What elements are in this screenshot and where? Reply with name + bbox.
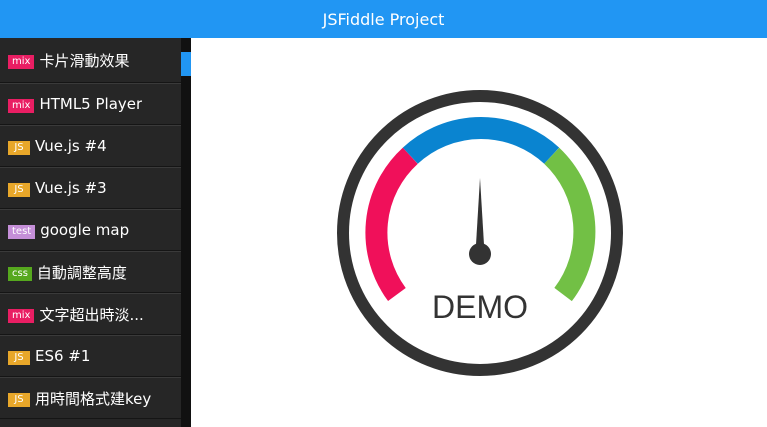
type-badge: JS: [8, 350, 30, 365]
item-label: 自動調整高度: [36, 263, 127, 282]
sidebar-item[interactable]: css 自動調整高度: [0, 251, 181, 293]
gauge-right-segment: [543, 147, 596, 302]
gauge-needle: [475, 178, 485, 253]
item-label: HTML5 Player: [39, 95, 143, 113]
gauge-top-segment: [402, 117, 560, 164]
item-label: 卡片滑動效果: [39, 51, 130, 70]
item-label: Vue.js #3: [35, 179, 107, 197]
type-badge: mix: [8, 98, 35, 113]
gauge-left-segment: [365, 147, 418, 302]
sidebar-item[interactable]: JS Vue.js #3: [0, 167, 181, 209]
scrollbar-thumb[interactable]: [181, 52, 191, 76]
sidebar-item[interactable]: mix 卡片滑動效果: [0, 38, 181, 83]
type-badge: test: [8, 224, 36, 239]
item-label: ES6 #1: [35, 347, 91, 365]
type-badge: mix: [8, 54, 35, 69]
sidebar-item[interactable]: JS Vue.js #4: [0, 125, 181, 167]
title-bar: JSFiddle Project: [0, 0, 767, 38]
sidebar-item[interactable]: test google map: [0, 209, 181, 251]
type-badge: JS: [8, 392, 30, 407]
sidebar-item[interactable]: JS ES6 #1: [0, 335, 181, 377]
sidebar-item[interactable]: JS 用時間格式建key: [0, 377, 181, 419]
item-label: Vue.js #4: [35, 137, 107, 155]
item-label: 用時間格式建key: [35, 389, 152, 408]
speedometer-demo-graphic: DEMO: [337, 90, 623, 376]
sidebar: mix 卡片滑動效果 mix HTML5 Player JS Vue.js #4…: [0, 38, 191, 427]
sidebar-item[interactable]: mix HTML5 Player: [0, 83, 181, 125]
project-list: mix 卡片滑動效果 mix HTML5 Player JS Vue.js #4…: [0, 38, 181, 419]
preview-panel: DEMO: [191, 38, 767, 427]
sidebar-item[interactable]: mix 文字超出時淡...: [0, 293, 181, 335]
gauge-label: DEMO: [432, 289, 528, 325]
type-badge: JS: [8, 182, 30, 197]
sidebar-scrollbar[interactable]: [181, 38, 191, 427]
type-badge: css: [8, 266, 32, 281]
item-label: 文字超出時淡...: [39, 305, 144, 324]
gauge-needle-hub: [469, 243, 491, 265]
type-badge: mix: [8, 308, 35, 323]
app-title: JSFiddle Project: [322, 9, 445, 29]
type-badge: JS: [8, 140, 30, 155]
item-label: google map: [40, 221, 130, 239]
